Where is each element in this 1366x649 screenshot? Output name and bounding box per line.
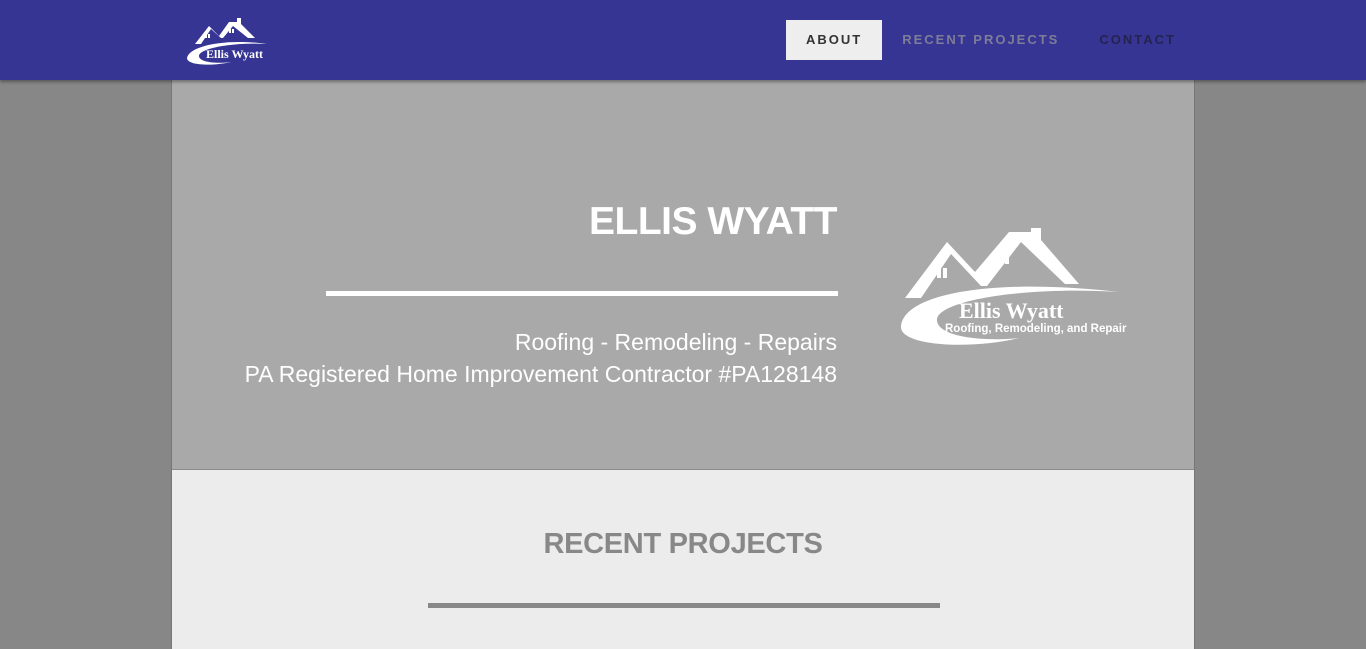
hero-title-block: ELLIS WYATT [589,200,838,244]
recent-projects-section: RECENT PROJECTS [172,470,1194,649]
hero-tagline: Roofing - Remodeling - Repairs [514,329,837,355]
nav-contact-link[interactable]: CONTACT [1079,20,1196,60]
recent-projects-heading: RECENT PROJECTS [543,528,823,560]
recent-projects-divider [428,603,940,608]
nav-recent-projects-link[interactable]: RECENT PROJECTS [882,20,1079,60]
hero-logo-subtitle-text: Roofing, Remodeling, and Repair [945,323,1127,335]
navbar: Ellis Wyatt ABOUT RECENT PROJECTS CONTAC… [0,0,1366,80]
brand-name-text: Ellis Wyatt [206,47,263,61]
page-container: ELLIS WYATT Roofing - Remodeling - Repai… [171,80,1195,649]
hero-title: ELLIS WYATT [589,200,838,243]
hero-logo: Ellis Wyatt Roofing, Remodeling, and Rep… [900,228,1127,345]
hero-registration: PA Registered Home Improvement Contracto… [244,361,837,387]
hero-divider [326,291,838,296]
hero-section: ELLIS WYATT Roofing - Remodeling - Repai… [172,80,1194,470]
hero-subtitle-block: Roofing - Remodeling - Repairs PA Regist… [245,326,837,390]
nav-about-link[interactable]: ABOUT [786,20,883,60]
brand-logo[interactable]: Ellis Wyatt [185,14,295,66]
main-nav: ABOUT RECENT PROJECTS CONTACT [786,20,1196,60]
hero-logo-name-text: Ellis Wyatt [959,298,1064,323]
